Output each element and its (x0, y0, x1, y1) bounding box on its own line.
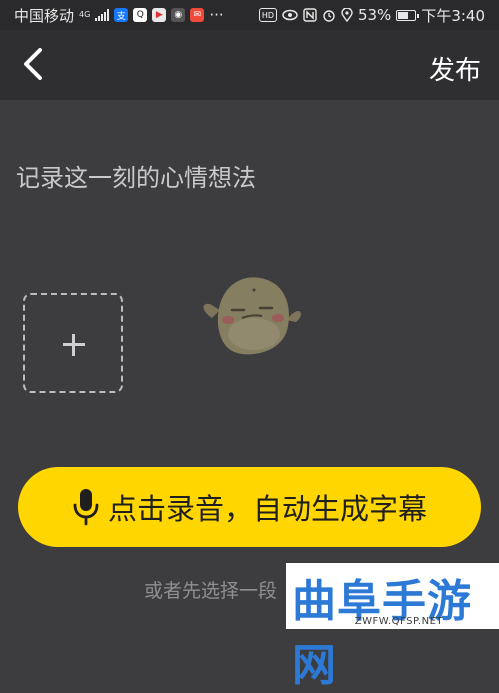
status-bar-right: HD 53% 下午3:40 (258, 5, 485, 26)
carrier-name: 中国移动 (14, 6, 75, 25)
notification-app-icon: ✉ (190, 8, 205, 22)
video-app-icon: ▶ (152, 8, 167, 22)
mascot-illustration (203, 277, 301, 355)
post-text-placeholder[interactable]: 记录这一刻的心情想法 (16, 158, 256, 193)
publish-button[interactable]: 发布 (429, 50, 481, 87)
status-bar: 中国移动 4G 支 Q ▶ ◉ ✉ ··· HD 53% 下午3:40 (0, 0, 499, 30)
battery-percent: 53% (357, 6, 392, 24)
record-voice-button[interactable]: 点击录音，自动生成字幕 (18, 467, 481, 547)
hd-icon: HD (258, 8, 277, 22)
add-media-button[interactable] (23, 293, 123, 393)
alarm-icon (323, 10, 335, 22)
network-type: 4G (79, 10, 91, 19)
clock: 下午3:40 (421, 6, 485, 25)
site-watermark: 曲阜手游网 ZWFW.QFSP.NET (286, 563, 499, 691)
nfc-icon (303, 8, 317, 22)
camera-app-icon: ◉ (171, 8, 186, 22)
microphone-icon (73, 489, 99, 526)
qq-icon: Q (133, 8, 148, 22)
chevron-left-icon (24, 48, 42, 80)
alipay-icon: 支 (114, 8, 129, 22)
record-button-label: 点击录音，自动生成字幕 (107, 492, 427, 526)
battery-icon (396, 9, 420, 21)
status-bar-left: 中国移动 4G 支 Q ▶ ◉ ✉ ··· (14, 5, 224, 26)
location-icon (341, 8, 353, 22)
eye-icon (282, 9, 298, 21)
more-notifications-icon: ··· (209, 6, 224, 24)
watermark-title: 曲阜手游网 (292, 576, 472, 691)
watermark-url: ZWFW.QFSP.NET (354, 616, 443, 627)
top-nav-bar: 发布 (0, 30, 499, 100)
signal-icon (95, 9, 110, 21)
back-button[interactable] (14, 44, 54, 84)
select-clip-hint[interactable]: 或者先选择一段 (144, 576, 277, 603)
